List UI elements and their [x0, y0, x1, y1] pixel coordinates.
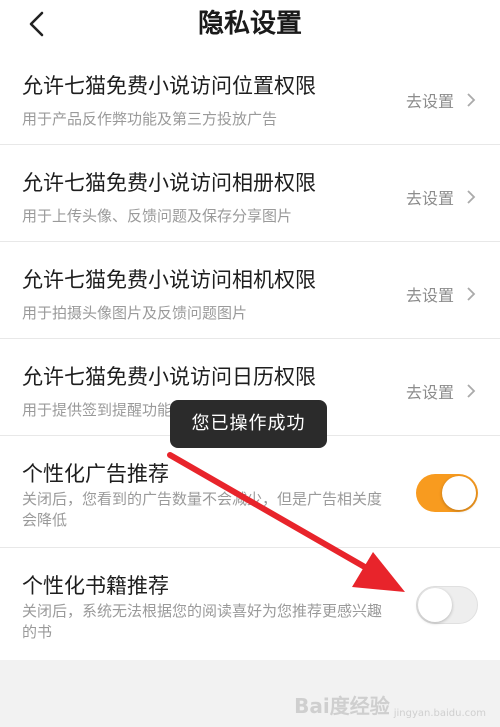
success-toast: 您已操作成功 [170, 400, 327, 448]
go-settings-button[interactable]: 去设置 [406, 379, 476, 403]
row-subtitle: 用于产品反作弊功能及第三方投放广告 [22, 110, 278, 128]
go-settings-label: 去设置 [405, 92, 454, 111]
row-subtitle: 用于上传头像、反馈问题及保存分享图片 [22, 207, 293, 225]
row-subtitle: 关闭后，您看到的广告数量不会减少，但是广告相关度会降低 [22, 490, 383, 529]
go-settings-button[interactable]: 去设置 [406, 282, 476, 306]
chevron-right-icon [467, 287, 476, 301]
toggle-row-book-recommendation: 个性化书籍推荐 关闭后，系统无法根据您的阅读喜好为您推荐更感兴趣的书 [0, 548, 500, 660]
watermark-brand: Bai度经验 [294, 694, 390, 718]
book-recommendation-toggle[interactable] [416, 586, 478, 624]
go-settings-label: 去设置 [405, 189, 454, 208]
permission-row-album: 允许七猫免费小说访问相册权限 用于上传头像、反馈问题及保存分享图片 去设置 [0, 145, 500, 242]
row-title: 允许七猫免费小说访问日历权限 [22, 365, 316, 389]
privacy-settings-screen: 隐私设置 允许七猫免费小说访问位置权限 用于产品反作弊功能及第三方投放广告 去设… [0, 0, 500, 727]
row-title: 允许七猫免费小说访问相机权限 [22, 268, 316, 292]
baidu-jingyan-watermark: Bai度经验 jingyan.baidu.com [294, 690, 486, 719]
go-settings-button[interactable]: 去设置 [406, 185, 476, 209]
permission-row-camera: 允许七猫免费小说访问相机权限 用于拍摄头像图片及反馈问题图片 去设置 [0, 242, 500, 339]
row-subtitle: 用于拍摄头像图片及反馈问题图片 [22, 304, 248, 322]
settings-list: 允许七猫免费小说访问位置权限 用于产品反作弊功能及第三方投放广告 去设置 允许七… [0, 48, 500, 660]
toggle-knob [442, 476, 476, 510]
go-settings-label: 去设置 [405, 383, 454, 402]
top-bar: 隐私设置 [0, 0, 500, 48]
row-title: 个性化广告推荐 [22, 462, 169, 486]
toggle-row-ad-recommendation: 个性化广告推荐 关闭后，您看到的广告数量不会减少，但是广告相关度会降低 [0, 436, 500, 548]
row-title: 允许七猫免费小说访问相册权限 [22, 171, 316, 195]
watermark-domain: jingyan.baidu.com [393, 708, 486, 719]
ad-recommendation-toggle[interactable] [416, 474, 478, 512]
page-title: 隐私设置 [197, 9, 302, 39]
permission-row-location: 允许七猫免费小说访问位置权限 用于产品反作弊功能及第三方投放广告 去设置 [0, 48, 500, 145]
toggle-knob [418, 588, 452, 622]
chevron-right-icon [467, 93, 476, 107]
chevron-right-icon [467, 190, 476, 204]
row-title: 个性化书籍推荐 [22, 574, 169, 598]
go-settings-button[interactable]: 去设置 [406, 88, 476, 112]
row-subtitle: 关闭后，系统无法根据您的阅读喜好为您推荐更感兴趣的书 [22, 602, 383, 641]
go-settings-label: 去设置 [405, 286, 454, 305]
chevron-right-icon [467, 384, 476, 398]
row-title: 允许七猫免费小说访问位置权限 [22, 74, 316, 98]
row-subtitle: 用于提供签到提醒功能 [22, 401, 173, 419]
